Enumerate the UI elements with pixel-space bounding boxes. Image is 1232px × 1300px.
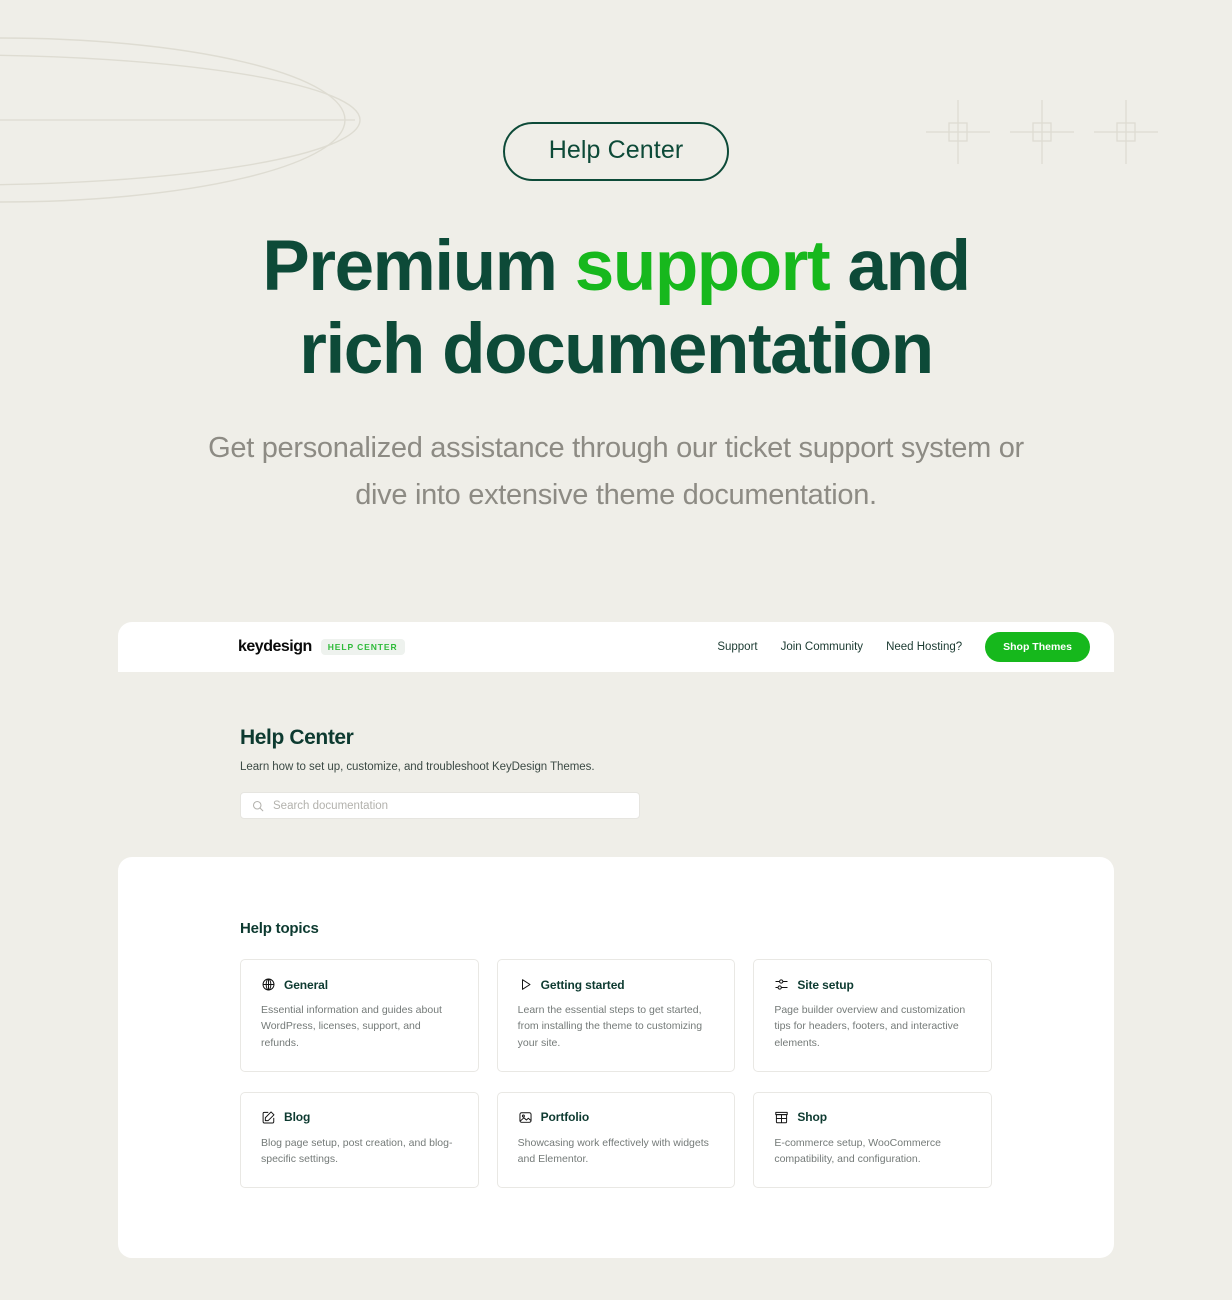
help-center-title: Help Center xyxy=(240,726,354,749)
image-icon xyxy=(519,1112,532,1123)
card-description: Learn the essential steps to get started… xyxy=(517,1004,703,1049)
play-icon xyxy=(521,979,531,990)
help-center-header: Help Center Learn how to set up, customi… xyxy=(118,672,1114,819)
nav-link-support[interactable]: Support xyxy=(717,641,757,653)
card-header: Getting started xyxy=(518,977,715,992)
page-title: Premium support and rich documentation xyxy=(0,225,1232,391)
search-input[interactable]: Search documentation xyxy=(240,792,640,819)
title-line-2: rich documentation xyxy=(299,310,934,390)
sliders-icon xyxy=(775,979,788,990)
topic-card-portfolio[interactable]: Portfolio Showcasing work effectively wi… xyxy=(496,1091,736,1189)
brand-name: keydesign xyxy=(238,638,312,655)
card-header: Site setup xyxy=(774,977,971,992)
help-topics-panel: Help topics General Essential informatio… xyxy=(118,857,1114,1259)
brand[interactable]: keydesign HELP CENTER xyxy=(238,638,405,656)
app-mockup: keydesign HELP CENTER Support Join Commu… xyxy=(118,622,1114,1259)
search-icon xyxy=(252,800,264,811)
card-description: Essential information and guides about W… xyxy=(261,1004,442,1049)
card-header: Shop xyxy=(774,1110,971,1125)
card-title: Portfolio xyxy=(540,1110,590,1125)
hero-section: Help Center Premium support and rich doc… xyxy=(0,0,1232,519)
card-description: Page builder overview and customization … xyxy=(774,1004,966,1049)
store-icon xyxy=(775,1111,789,1124)
nav-link-join-community[interactable]: Join Community xyxy=(781,641,863,653)
card-title: Site setup xyxy=(797,977,854,992)
globe-icon xyxy=(262,978,275,991)
topic-card-blog[interactable]: Blog Blog page setup, post creation, and… xyxy=(240,1091,479,1189)
title-part-2: and xyxy=(829,227,971,306)
help-topics-grid: General Essential information and guides… xyxy=(240,959,992,1189)
shop-themes-button[interactable]: Shop Themes xyxy=(985,632,1090,662)
page-root: Help Center Premium support and rich doc… xyxy=(0,0,1232,1300)
card-title: General xyxy=(284,977,328,992)
nav-link-need-hosting[interactable]: Need Hosting? xyxy=(886,641,962,653)
title-part-1: Premium xyxy=(262,227,575,306)
hero-subtitle: Get personalized assistance through our … xyxy=(208,432,1024,512)
title-accent: support xyxy=(574,227,831,306)
card-title: Shop xyxy=(797,1110,827,1125)
topic-card-shop[interactable]: Shop E-commerce setup, WooCommerce compa… xyxy=(753,1091,992,1189)
topic-card-getting-started[interactable]: Getting started Learn the essential step… xyxy=(496,959,736,1072)
card-description: Blog page setup, post creation, and blog… xyxy=(261,1136,453,1166)
topic-card-general[interactable]: General Essential information and guides… xyxy=(240,959,479,1072)
help-center-description: Learn how to set up, customize, and trou… xyxy=(240,761,595,773)
card-header: General xyxy=(261,977,458,992)
card-header: Portfolio xyxy=(518,1110,715,1125)
search-placeholder: Search documentation xyxy=(273,799,389,812)
pencil-square-icon xyxy=(262,1111,275,1124)
card-header: Blog xyxy=(261,1110,458,1125)
card-description: E-commerce setup, WooCommerce compatibil… xyxy=(774,1136,942,1166)
site-navbar: keydesign HELP CENTER Support Join Commu… xyxy=(118,622,1114,672)
hero-badge: Help Center xyxy=(502,122,730,181)
card-title: Getting started xyxy=(540,977,625,992)
card-title: Blog xyxy=(284,1110,311,1125)
brand-badge: HELP CENTER xyxy=(320,639,405,655)
topic-card-site-setup[interactable]: Site setup Page builder overview and cus… xyxy=(753,959,992,1072)
card-description: Showcasing work effectively with widgets… xyxy=(517,1136,709,1166)
help-topics-title: Help topics xyxy=(240,920,319,937)
nav-links: Support Join Community Need Hosting? Sho… xyxy=(717,632,1090,662)
mock-body: Help Center Learn how to set up, customi… xyxy=(118,672,1114,1259)
